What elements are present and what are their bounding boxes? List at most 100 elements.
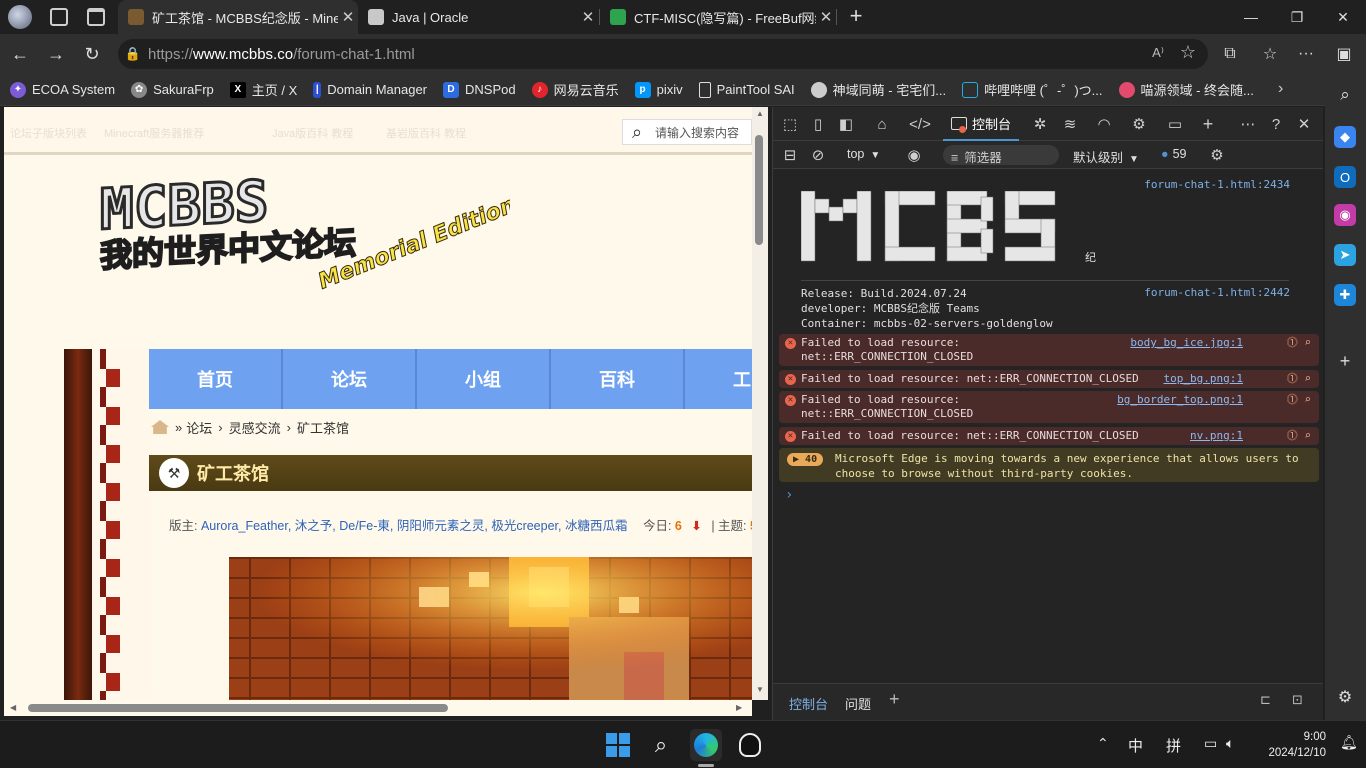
site-logo[interactable]: MCBBS 我的世界中文论坛 Memorial Edition xyxy=(90,168,520,301)
bookmark-dnspod[interactable]: D DNSPod xyxy=(443,81,516,98)
nav-groups[interactable]: 小组 xyxy=(417,349,551,409)
bookmark-miao[interactable]: 喵源领域 - 终会随... xyxy=(1118,80,1254,99)
new-tab-button[interactable]: + xyxy=(845,3,867,29)
application-icon[interactable]: ▭ xyxy=(1164,113,1186,135)
bookmark-ecoa[interactable]: ✦ ECOA System xyxy=(10,81,115,98)
scroll-left-arrow[interactable]: ◀ xyxy=(10,703,16,712)
outlook-icon[interactable]: O xyxy=(1334,166,1356,188)
clear-console-icon[interactable]: ⊘ xyxy=(807,144,829,166)
tab-freebuf[interactable]: CTF-MISC(隐写篇) - FreeBuf网络安 ✕ xyxy=(600,0,836,34)
scroll-thumb[interactable] xyxy=(28,704,448,712)
console-error-row[interactable]: ✕ Failed to load resource: net::ERR_CONN… xyxy=(779,427,1319,445)
memory-icon[interactable]: ⚙ xyxy=(1128,113,1150,135)
breadcrumb-forum[interactable]: 论坛 xyxy=(186,418,212,437)
bookmark-netease[interactable]: ♪ 网易云音乐 xyxy=(531,80,619,99)
top-link[interactable]: Java版百科 教程 xyxy=(272,125,353,141)
favorites-icon[interactable]: ☆ xyxy=(1256,40,1284,68)
performance-icon[interactable]: ◠ xyxy=(1093,113,1115,135)
sources-bug-icon[interactable]: ✲ xyxy=(1029,113,1051,135)
search-input[interactable]: 请输入搜索内容 xyxy=(651,124,739,141)
console-warning-row[interactable]: ▶ 40 Microsoft Edge is moving towards a … xyxy=(779,448,1319,482)
edge-taskbar-icon[interactable] xyxy=(690,729,722,761)
toggle-drawer-icon[interactable]: ◧ xyxy=(835,113,857,135)
top-link[interactable]: Minecraft服务器推荐 xyxy=(104,125,204,141)
read-aloud-icon[interactable]: A⁾ xyxy=(1152,45,1164,61)
close-window-button[interactable]: ✕ xyxy=(1320,0,1366,34)
log-source-link[interactable]: forum-chat-1.html:2442 xyxy=(1144,286,1290,299)
console-settings-icon[interactable]: ⚙ xyxy=(1206,144,1228,166)
context-selector[interactable]: top ▼ xyxy=(847,147,880,161)
error-source-link[interactable]: body_bg_ice.jpg:1 xyxy=(1130,336,1243,350)
tab-java[interactable]: Java | Oracle ✕ xyxy=(358,0,598,34)
page-horizontal-scrollbar[interactable]: ◀ ▶ xyxy=(4,700,752,716)
issues-counter[interactable]: ● 59 xyxy=(1161,147,1186,161)
scroll-thumb[interactable] xyxy=(755,135,763,245)
close-tab-icon[interactable]: ✕ xyxy=(338,8,358,26)
bookmark-domain-manager[interactable]: | Domain Manager xyxy=(313,81,427,98)
console-error-row[interactable]: ✕ Failed to load resource: net::ERR_CONN… xyxy=(779,334,1319,366)
volume-icon[interactable]: 🔈︎ xyxy=(1226,735,1234,752)
breadcrumb-inspiration[interactable]: 灵感交流 xyxy=(229,418,281,437)
refresh-button[interactable]: ↻ xyxy=(78,40,106,68)
restore-button[interactable]: ❐ xyxy=(1274,0,1320,34)
bookmark-sakurafrp[interactable]: ✿ SakuraFrp xyxy=(131,81,214,98)
scroll-down-arrow[interactable]: ▼ xyxy=(756,685,764,694)
add-sidebar-app-icon[interactable]: + xyxy=(1334,350,1356,372)
qq-taskbar-icon[interactable] xyxy=(734,729,766,761)
search-icon[interactable]: ⌕ xyxy=(1334,84,1356,106)
forward-button[interactable]: → xyxy=(42,40,70,68)
vertical-tabs-icon[interactable] xyxy=(87,8,105,26)
inspect-element-icon[interactable]: ⬚ xyxy=(779,113,801,135)
error-source-link[interactable]: top_bg.png:1 xyxy=(1164,372,1243,386)
tab-console[interactable]: 控制台 xyxy=(943,107,1020,141)
dock-drawer-icon[interactable]: ⊏ xyxy=(1260,692,1271,708)
games-icon[interactable]: ◉ xyxy=(1334,204,1356,226)
notification-icon[interactable]: 🔔︎ xyxy=(1340,734,1358,751)
nav-tools[interactable]: 工 xyxy=(685,349,752,409)
address-bar[interactable]: 🔒 https://www.mcbbs.co/forum-chat-1.html… xyxy=(118,39,1208,69)
close-tab-icon[interactable]: ✕ xyxy=(578,8,598,26)
help-icon[interactable]: ? xyxy=(1265,113,1287,135)
nav-forum[interactable]: 论坛 xyxy=(283,349,417,409)
extensions-icon[interactable]: ⧉ xyxy=(1216,40,1244,68)
welcome-home-icon[interactable]: ⌂ xyxy=(871,113,893,135)
close-tab-icon[interactable]: ✕ xyxy=(816,8,836,26)
warning-count-badge[interactable]: ▶ 40 xyxy=(787,453,824,466)
breadcrumb-current[interactable]: 矿工茶馆 xyxy=(297,418,349,437)
nav-home[interactable]: 首页 xyxy=(149,349,283,409)
top-link[interactable]: 基岩版百科 教程 xyxy=(386,125,466,141)
sidebar-settings-icon[interactable]: ⚙ xyxy=(1334,686,1356,708)
add-drawer-tab-icon[interactable]: + xyxy=(889,689,900,710)
close-drawer-icon[interactable]: ⊡ xyxy=(1292,692,1303,708)
device-emulation-icon[interactable]: ▯ xyxy=(807,113,829,135)
scroll-up-arrow[interactable]: ▲ xyxy=(756,109,764,118)
site-search[interactable]: ⌕ 请输入搜索内容 xyxy=(622,119,752,145)
minimize-button[interactable]: — xyxy=(1228,0,1274,34)
telegram-icon[interactable]: ➤ xyxy=(1334,244,1356,266)
page-vertical-scrollbar[interactable]: ▲ ▼ xyxy=(752,107,768,700)
more-menu-icon[interactable]: ··· xyxy=(1292,40,1320,68)
scroll-right-arrow[interactable]: ▶ xyxy=(736,703,742,712)
moderator-links[interactable]: Aurora_Feather, 沐之予, De/Fe-東, 阴阳师元素之灵, 极… xyxy=(201,519,627,533)
more-tools-plus-icon[interactable]: + xyxy=(1197,113,1219,135)
bookmark-shenyu[interactable]: 神域同萌 - 宅宅们... xyxy=(810,80,946,99)
back-button[interactable]: ← xyxy=(6,40,34,68)
elements-icon[interactable]: </> xyxy=(909,113,931,135)
error-row-tools-icon[interactable]: ⓵ ⌕ xyxy=(1287,336,1311,350)
bookmark-painttool-sai[interactable]: PaintTool SAI xyxy=(698,81,795,98)
log-levels-dropdown[interactable]: 默认级别 ▼ xyxy=(1073,147,1139,166)
error-row-tools-icon[interactable]: ⓵ ⌕ xyxy=(1287,429,1311,443)
profile-avatar[interactable] xyxy=(8,5,32,29)
error-row-tools-icon[interactable]: ⓵ ⌕ xyxy=(1287,393,1311,407)
nav-wiki[interactable]: 百科 xyxy=(551,349,685,409)
console-error-row[interactable]: ✕ Failed to load resource: net::ERR_CONN… xyxy=(779,391,1319,423)
tools-icon[interactable]: ✚ xyxy=(1334,284,1356,306)
copilot-icon[interactable]: ◆ xyxy=(1334,126,1356,148)
devtools-more-icon[interactable]: ⋯ xyxy=(1237,113,1259,135)
workspaces-icon[interactable] xyxy=(50,8,68,26)
bookmark-bilibili[interactable]: 哔哩哔哩 (゜-゜)つ... xyxy=(962,80,1103,99)
home-icon[interactable] xyxy=(151,420,169,434)
sidebar-toggle-icon[interactable]: ▣ xyxy=(1330,40,1358,68)
live-expression-eye-icon[interactable]: ◉ xyxy=(903,144,925,166)
console-prompt[interactable]: › xyxy=(785,487,793,503)
